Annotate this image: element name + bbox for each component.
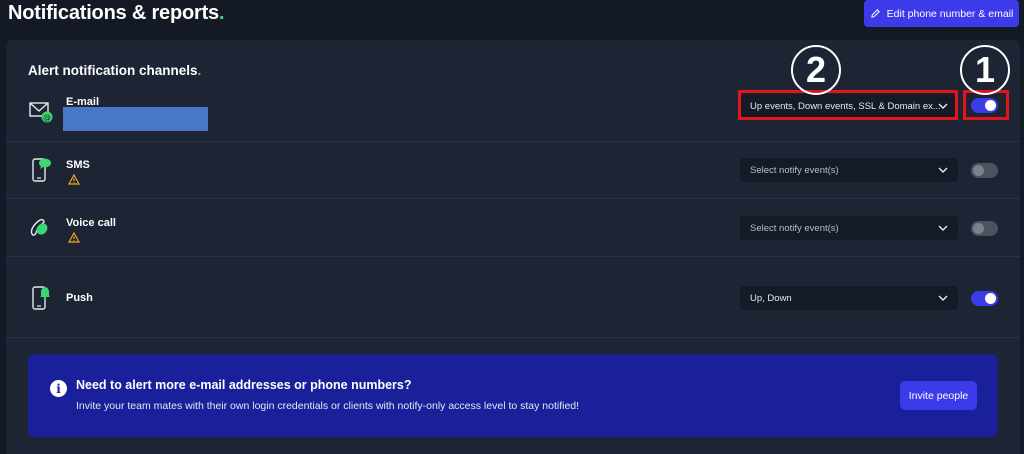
warning-icon bbox=[68, 174, 80, 185]
redacted-email-address bbox=[63, 107, 208, 131]
voice-call-events-select[interactable]: Select notify event(s) bbox=[740, 216, 958, 240]
row-divider bbox=[6, 337, 1020, 338]
svg-text:@: @ bbox=[43, 113, 51, 122]
channel-name-sms: SMS bbox=[66, 159, 90, 171]
sms-events-select[interactable]: Select notify event(s) bbox=[740, 158, 958, 182]
edit-button-label: Edit phone number & email bbox=[886, 7, 1014, 20]
email-icon: @ bbox=[29, 102, 53, 123]
chevron-down-icon bbox=[938, 295, 948, 301]
page-title: Notifications & reports. bbox=[8, 2, 225, 24]
channel-row-push: Push Up, Down bbox=[6, 257, 1020, 337]
info-icon: i bbox=[50, 380, 67, 397]
banner-title: Need to alert more e-mail addresses or p… bbox=[76, 378, 412, 392]
banner-text: Invite your team mates with their own lo… bbox=[76, 400, 580, 412]
sms-phone-icon bbox=[32, 158, 51, 182]
sms-toggle[interactable] bbox=[971, 163, 998, 178]
push-toggle[interactable] bbox=[971, 291, 998, 306]
channel-row-sms: SMS Select notify event(s) bbox=[6, 142, 1020, 199]
title-accent-dot: . bbox=[218, 2, 225, 24]
push-phone-icon bbox=[32, 286, 50, 310]
push-events-select[interactable]: Up, Down bbox=[740, 286, 958, 310]
warning-icon bbox=[68, 232, 80, 243]
voice-call-toggle[interactable] bbox=[971, 221, 998, 236]
pencil-icon bbox=[870, 9, 880, 18]
highlight-box-events-select bbox=[738, 90, 958, 120]
voice-call-icon bbox=[30, 218, 48, 236]
channel-row-voice-call: Voice call Select notify event(s) bbox=[6, 199, 1020, 257]
section-title: Alert notification channels. bbox=[28, 63, 202, 78]
invite-info-banner: i Need to alert more e-mail addresses or… bbox=[28, 354, 998, 437]
edit-phone-email-button[interactable]: Edit phone number & email bbox=[864, 0, 1019, 27]
channel-name-voice-call: Voice call bbox=[66, 217, 116, 229]
annotation-marker-1: 1 bbox=[960, 45, 1010, 95]
chevron-down-icon bbox=[938, 167, 948, 173]
annotation-marker-2: 2 bbox=[791, 45, 841, 95]
invite-people-button[interactable]: Invite people bbox=[900, 381, 977, 410]
channel-name-push: Push bbox=[66, 292, 93, 304]
chevron-down-icon bbox=[938, 225, 948, 231]
